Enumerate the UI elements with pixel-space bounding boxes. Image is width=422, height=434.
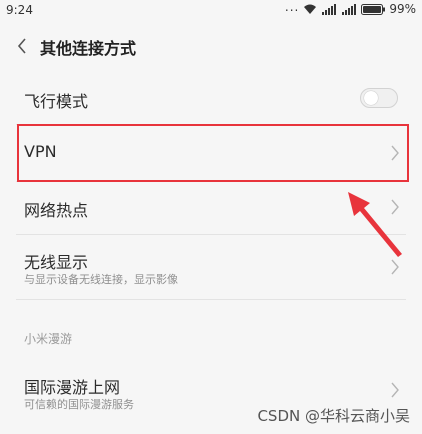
chevron-left-icon [17, 38, 26, 54]
header: 其他连接方式 [0, 22, 422, 70]
vpn-label: VPN [24, 142, 57, 161]
airplane-mode-toggle[interactable] [360, 88, 398, 108]
airplane-mode-row[interactable]: 飞行模式 [0, 72, 422, 124]
status-icons: ... 99% [284, 0, 416, 16]
airplane-mode-label: 飞行模式 [24, 92, 89, 111]
roaming-label: 国际漫游上网 [24, 378, 121, 397]
vpn-row[interactable]: VPN [0, 125, 422, 181]
status-time: 9:24 [6, 3, 33, 17]
roaming-subtitle: 可信赖的国际漫游服务 [24, 398, 134, 411]
chevron-right-icon [391, 145, 399, 161]
back-button[interactable] [10, 34, 34, 58]
divider [16, 299, 406, 300]
signal-icon-2 [342, 3, 357, 15]
wifi-icon [304, 4, 317, 14]
wireless-display-subtitle: 与显示设备无线连接，显示影像 [24, 273, 178, 286]
page-title: 其他连接方式 [40, 39, 137, 58]
section-label: 小米漫游 [24, 332, 73, 346]
chevron-right-icon [391, 382, 399, 398]
wireless-display-label: 无线显示 [24, 253, 89, 272]
signal-icon-1 [322, 3, 337, 15]
arrow-annotation-icon [348, 192, 402, 257]
toggle-knob [364, 91, 378, 105]
watermark: CSDN @华科云商小吴 [257, 407, 410, 425]
status-bar: 9:24 ... 99% [0, 0, 422, 22]
notification-dots: ... [284, 0, 300, 14]
battery-icon [361, 3, 386, 15]
hotspot-label: 网络热点 [24, 201, 89, 220]
battery-percent: 99% [389, 2, 416, 16]
chevron-right-icon [391, 259, 399, 275]
